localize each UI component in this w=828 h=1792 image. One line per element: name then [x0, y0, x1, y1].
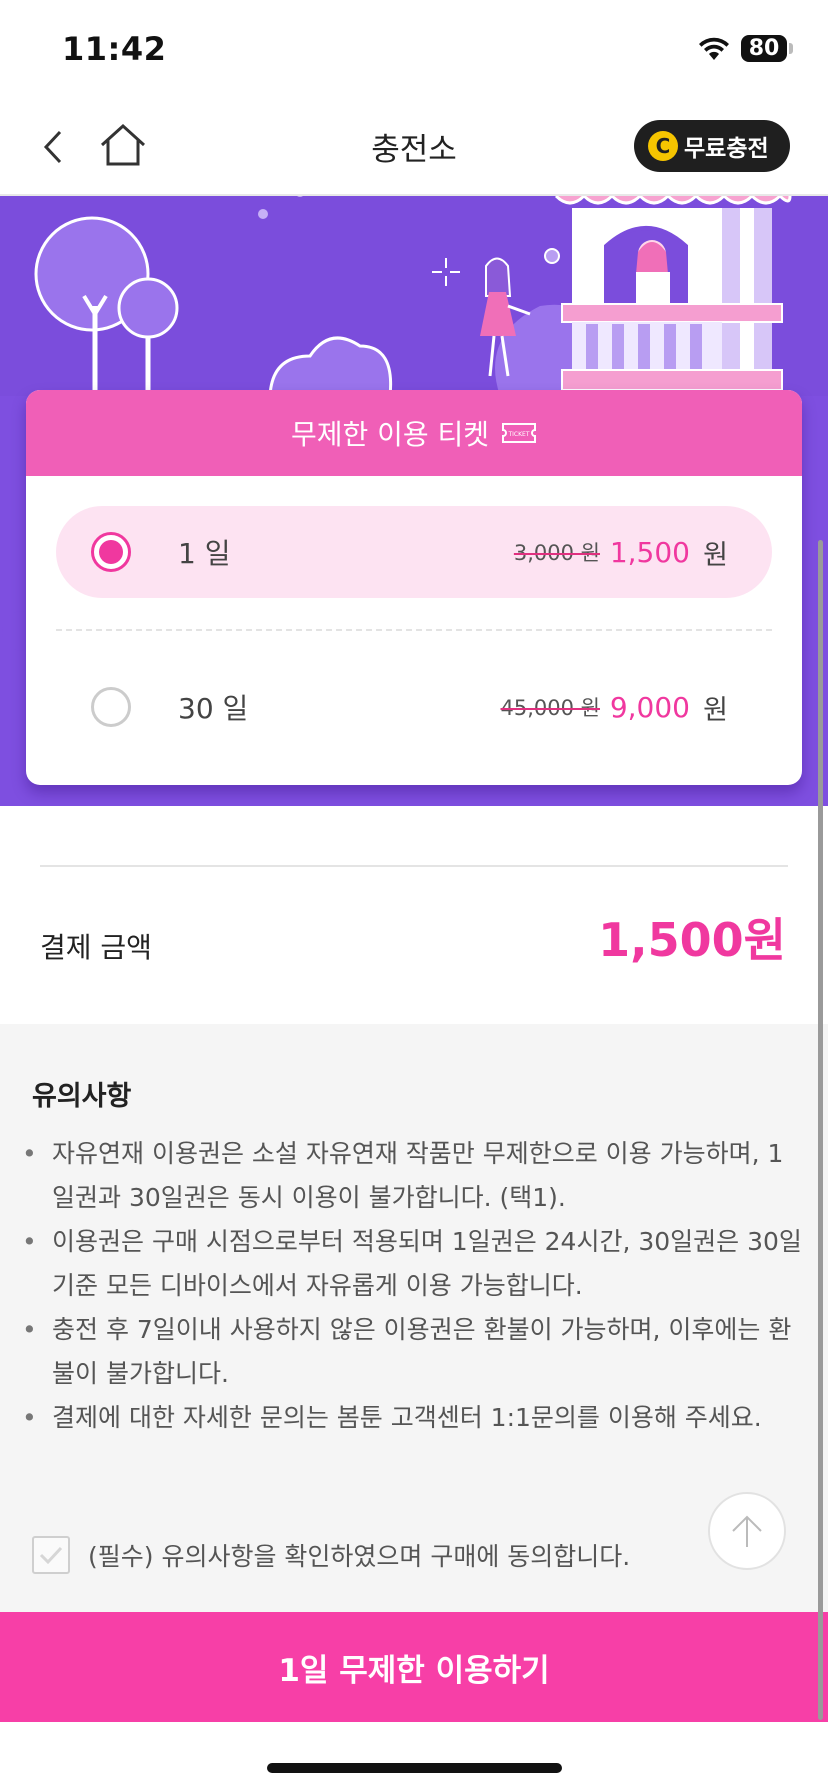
option-1-day[interactable]: 1 일 3,000 원 1,500 원 — [56, 506, 772, 598]
ticket-header: 무제한 이용 티켓 TICKET — [26, 390, 802, 476]
shop-booth-icon — [554, 196, 792, 391]
home-indicator[interactable] — [267, 1763, 562, 1773]
ticket-card: 무제한 이용 티켓 TICKET 1 일 3,000 원 1,500 원 30 … — [26, 390, 802, 785]
notice-section: 유의사항 자유연재 이용권은 소설 자유연재 작품만 무제한으로 이용 가능하며… — [0, 1024, 828, 1612]
check-icon — [39, 1546, 63, 1565]
radio-selected[interactable] — [91, 532, 131, 572]
battery-cap — [789, 43, 793, 54]
payment-section: 결제 금액 1,500원 — [0, 806, 828, 1024]
status-bar: 11:42 80 — [0, 0, 828, 100]
wifi-icon — [699, 37, 729, 60]
option-label: 30 일 — [178, 692, 249, 725]
option-original-price: 45,000 원 — [500, 696, 600, 720]
coin-icon: C — [648, 131, 678, 161]
scrollbar[interactable] — [818, 540, 823, 1720]
agree-row[interactable]: (필수) 유의사항을 확인하였으며 구매에 동의합니다. — [32, 1536, 630, 1574]
payment-label: 결제 금액 — [40, 931, 152, 964]
option-label: 1 일 — [178, 537, 231, 570]
notice-item: 결제에 대한 자세한 문의는 봄툰 고객센터 1:1문의를 이용해 주세요. — [22, 1396, 802, 1440]
agree-checkbox[interactable] — [32, 1536, 70, 1574]
notice-list: 자유연재 이용권은 소설 자유연재 작품만 무제한으로 이용 가능하며, 1일권… — [22, 1132, 802, 1440]
arrow-up-icon — [732, 1515, 762, 1547]
notice-item: 자유연재 이용권은 소설 자유연재 작품만 무제한으로 이용 가능하며, 1일권… — [22, 1132, 802, 1220]
battery-level: 80 — [741, 35, 787, 62]
status-time: 11:42 — [62, 30, 167, 68]
free-charge-button[interactable]: C 무료충전 — [634, 120, 790, 172]
scroll-to-top-button[interactable] — [708, 1492, 786, 1570]
notice-item: 이용권은 구매 시점으로부터 적용되며 1일권은 24시간, 30일권은 30일… — [22, 1220, 802, 1308]
option-unit: 원 — [703, 694, 728, 726]
option-divider — [56, 629, 772, 631]
option-price: 1,500 — [609, 535, 690, 569]
ticket-header-label: 무제한 이용 티켓 — [290, 418, 490, 451]
notice-title: 유의사항 — [32, 1081, 132, 1112]
notice-item: 충전 후 7일이내 사용하지 않은 이용권은 환불이 가능하며, 이후에는 환불… — [22, 1308, 802, 1396]
option-unit: 원 — [703, 539, 728, 571]
free-charge-label: 무료충전 — [684, 136, 769, 162]
nav-bar: 충전소 C 무료충전 — [0, 100, 828, 196]
option-30-day[interactable]: 30 일 45,000 원 9,000 원 — [56, 661, 772, 753]
payment-divider — [40, 865, 788, 867]
svg-text:TICKET: TICKET — [508, 431, 530, 438]
purchase-button[interactable]: 1일 무제한 이용하기 — [0, 1612, 828, 1722]
payment-amount: 1,500원 — [598, 913, 786, 967]
agree-text: (필수) 유의사항을 확인하였으며 구매에 동의합니다. — [88, 1542, 631, 1571]
option-price: 9,000 — [609, 690, 690, 724]
radio-unselected[interactable] — [91, 687, 131, 727]
ticket-icon: TICKET — [502, 423, 537, 443]
option-original-price: 3,000 원 — [513, 541, 600, 565]
